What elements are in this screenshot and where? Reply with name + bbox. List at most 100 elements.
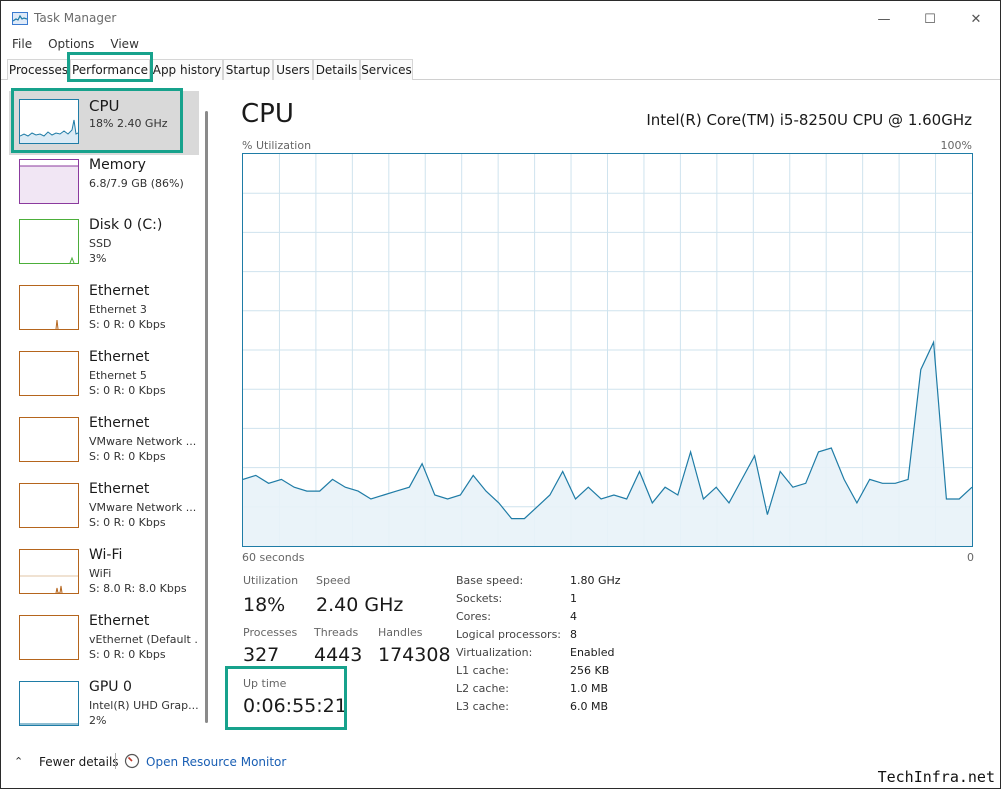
sidebar-item-wifi[interactable]: Wi-Fi WiFi S: 8.0 R: 8.0 Kbps [9,541,199,605]
cpu-utilization-chart [243,154,972,546]
handles-value: 174308 [378,644,451,666]
gpu-usage: 2% [89,714,107,727]
disk-title: Disk 0 (C:) [89,217,163,233]
disk-usage: 3% [89,252,107,265]
disk-thumbnail-graph [19,219,79,264]
detail-label: Cores: [456,610,491,623]
tab-startup[interactable]: Startup [223,59,273,80]
watermark-text: TechInfra.net [877,768,995,786]
maximize-button[interactable]: ☐ [907,7,953,31]
disk-type: SSD [89,237,112,250]
detail-value: 256 KB [570,664,610,677]
ethernet-throughput: S: 0 R: 0 Kbps [89,450,166,463]
cpu-summary: 18% 2.40 GHz [89,117,168,130]
ethernet-title: Ethernet [89,415,150,431]
footer-bar: ⌃ Fewer details Open Resource Monitor [1,749,1000,775]
cpu-title: CPU [89,97,120,115]
gpu-title: GPU 0 [89,679,132,695]
ethernet-throughput: S: 0 R: 0 Kbps [89,318,166,331]
chevron-up-icon[interactable]: ⌃ [14,755,28,768]
tab-processes[interactable]: Processes [7,59,70,80]
resource-monitor-icon[interactable] [124,753,140,769]
gpu-model: Intel(R) UHD Grap... [89,699,199,712]
ethernet-adapter: VMware Network ... [89,501,197,514]
wifi-title: Wi-Fi [89,547,123,563]
cpu-thumbnail-graph [19,99,79,144]
ethernet-throughput: S: 0 R: 0 Kbps [89,516,166,529]
open-resource-monitor-link[interactable]: Open Resource Monitor [146,755,286,769]
ethernet-title: Ethernet [89,349,150,365]
window-title: Task Manager [34,11,117,25]
processes-label: Processes [243,626,298,639]
ethernet-title: Ethernet [89,481,150,497]
ethernet-throughput: S: 0 R: 0 Kbps [89,384,166,397]
detail-label: Virtualization: [456,646,533,659]
graph-x-zero: 0 [967,551,974,564]
ethernet-thumbnail-graph [19,417,79,462]
threads-label: Threads [314,626,359,639]
close-button[interactable]: ✕ [953,7,999,31]
ethernet-title: Ethernet [89,283,150,299]
detail-value: 1 [570,592,577,605]
sidebar-item-disk[interactable]: Disk 0 (C:) SSD 3% [9,211,199,275]
tab-services[interactable]: Services [360,59,413,80]
menu-options[interactable]: Options [48,37,94,53]
tab-users[interactable]: Users [273,59,313,80]
tab-bar: Processes Performance App history Startu… [1,56,1000,80]
memory-title: Memory [89,157,146,173]
threads-value: 4443 [314,644,363,666]
page-title: CPU [241,99,294,129]
detail-value: Enabled [570,646,615,659]
cpu-model-name: Intel(R) Core(TM) i5-8250U CPU @ 1.60GHz [646,111,972,129]
sidebar-item-cpu[interactable]: CPU 18% 2.40 GHz [9,91,199,155]
footer-divider [115,753,116,769]
menu-file[interactable]: File [12,37,32,53]
sidebar-item-ethernet-vmware-2[interactable]: Ethernet VMware Network ... S: 0 R: 0 Kb… [9,475,199,539]
cpu-utilization-graph [242,153,973,547]
graph-y-label: % Utilization [242,139,312,152]
sidebar-item-gpu[interactable]: GPU 0 Intel(R) UHD Grap... 2% [9,673,199,737]
sidebar-item-ethernet-vmware-1[interactable]: Ethernet VMware Network ... S: 0 R: 0 Kb… [9,409,199,473]
sidebar-scrollbar[interactable] [205,111,208,723]
tab-app-history[interactable]: App history [151,59,223,80]
detail-value: 4 [570,610,577,623]
tab-performance[interactable]: Performance [70,59,150,80]
utilization-value: 18% [243,594,286,616]
sidebar-item-ethernet-3[interactable]: Ethernet Ethernet 3 S: 0 R: 0 Kbps [9,277,199,341]
utilization-label: Utilization [243,574,299,587]
processes-value: 327 [243,644,280,666]
ethernet-throughput: S: 0 R: 0 Kbps [89,648,166,661]
minimize-button[interactable]: — [861,7,907,31]
ethernet-thumbnail-graph [19,351,79,396]
ethernet-thumbnail-graph [19,285,79,330]
detail-value: 1.0 MB [570,682,609,695]
ethernet-thumbnail-graph [19,615,79,660]
task-manager-window: Task Manager — ☐ ✕ File Options View Pro… [0,0,1001,789]
menu-view[interactable]: View [110,37,138,53]
ethernet-thumbnail-graph [19,483,79,528]
wifi-throughput: S: 8.0 R: 8.0 Kbps [89,582,187,595]
uptime-label: Up time [243,677,287,690]
sidebar-item-vethernet[interactable]: Ethernet vEthernet (Default ... S: 0 R: … [9,607,199,671]
tab-details[interactable]: Details [313,59,360,80]
sidebar-item-ethernet-5[interactable]: Ethernet Ethernet 5 S: 0 R: 0 Kbps [9,343,199,407]
menu-bar: File Options View [1,37,144,53]
detail-label: Sockets: [456,592,503,605]
memory-thumbnail-graph [19,159,79,204]
detail-label: Logical processors: [456,628,562,641]
sidebar-item-memory[interactable]: Memory 6.8/7.9 GB (86%) [9,151,199,215]
detail-value: 8 [570,628,577,641]
graph-y-max: 100% [940,139,972,152]
detail-label: L2 cache: [456,682,509,695]
fewer-details-button[interactable]: Fewer details [39,755,119,769]
uptime-value: 0:06:55:21 [243,695,347,717]
ethernet-adapter: Ethernet 5 [89,369,147,382]
ethernet-adapter: VMware Network ... [89,435,197,448]
title-bar: Task Manager — ☐ ✕ [1,1,1000,35]
speed-label: Speed [316,574,351,587]
speed-value: 2.40 GHz [316,594,404,616]
ethernet-adapter: Ethernet 3 [89,303,147,316]
ethernet-title: Ethernet [89,613,150,629]
ethernet-adapter: vEthernet (Default ... [89,633,199,646]
handles-label: Handles [378,626,423,639]
